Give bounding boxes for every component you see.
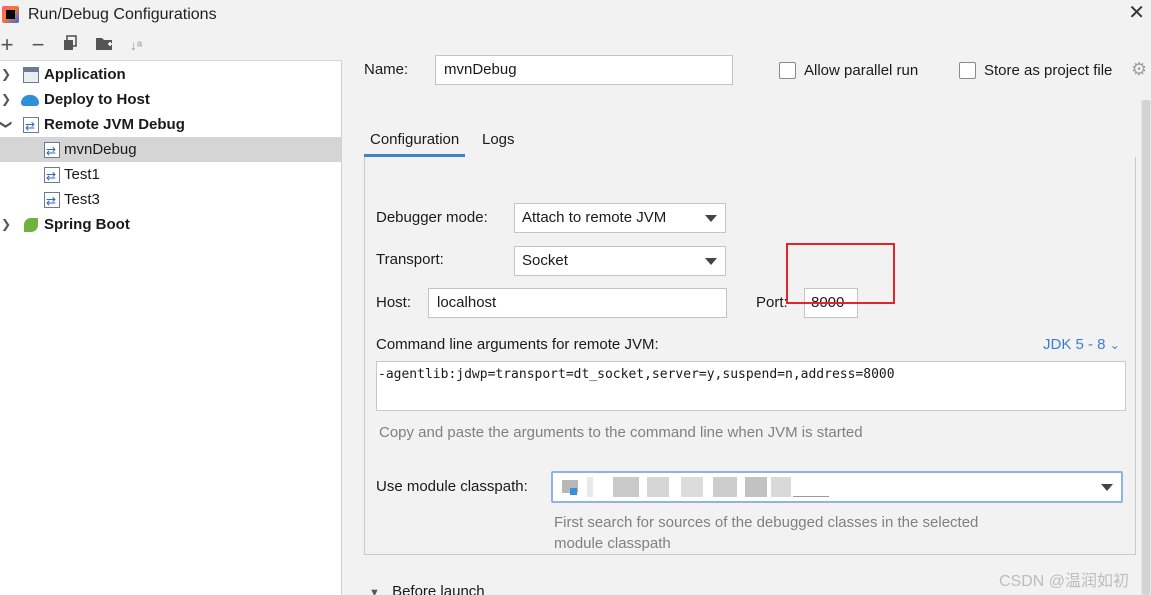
spring-boot-icon — [24, 218, 38, 232]
configuration-panel: Debugger mode: Attach to remote JVM Tran… — [364, 157, 1136, 555]
store-project-file-label: Store as project file — [984, 62, 1113, 79]
debugger-mode-value: Attach to remote JVM — [522, 209, 667, 226]
highlight-box — [786, 243, 895, 304]
title-bar: Run/Debug Configurations ✕ — [0, 0, 1151, 30]
remove-icon[interactable]: − — [28, 34, 48, 56]
host-input[interactable]: localhost — [428, 288, 727, 318]
port-label: Port: — [756, 294, 788, 311]
remote-debug-icon — [44, 164, 60, 189]
host-label: Host: — [376, 294, 412, 311]
transport-value: Socket — [522, 252, 568, 269]
add-icon[interactable]: + — [0, 34, 17, 56]
configuration-tree: ❯ Application ❯ Deploy to Host ❯ Remote … — [0, 62, 341, 237]
tree-item-mvndebug[interactable]: mvnDebug — [0, 137, 341, 164]
redacted-text — [793, 496, 829, 497]
chevron-down-icon: ⌄ — [1109, 338, 1120, 352]
transport-label: Transport: — [376, 251, 444, 268]
tree-item-label: Remote JVM Debug — [44, 116, 185, 133]
tree-item-remote-jvm-debug[interactable]: ❯ Remote JVM Debug — [0, 112, 341, 139]
copy-icon[interactable] — [60, 35, 80, 55]
redacted-text — [713, 477, 737, 497]
tree-item-label: mvnDebug — [64, 141, 137, 158]
remote-debug-icon — [23, 114, 39, 139]
new-folder-icon[interactable] — [94, 35, 114, 55]
store-project-file-checkbox[interactable] — [959, 62, 976, 79]
tree-item-label: Test1 — [64, 166, 100, 183]
module-classpath-label: Use module classpath: — [376, 478, 528, 495]
tree-item-spring-boot[interactable]: ❯ Spring Boot — [0, 212, 341, 237]
tree-item-label: Application — [44, 66, 126, 83]
chevron-down-icon — [705, 258, 717, 265]
remote-debug-icon — [44, 189, 60, 214]
chevron-right-icon[interactable]: ❯ — [1, 87, 11, 112]
remote-debug-icon — [44, 139, 60, 164]
classpath-hint-line2: module classpath — [554, 535, 671, 552]
tree-item-test3[interactable]: Test3 — [0, 187, 341, 214]
module-classpath-select[interactable] — [551, 471, 1123, 503]
watermark: CSDN @温润如初 — [999, 573, 1130, 590]
tree-item-label: Spring Boot — [44, 216, 130, 233]
name-input[interactable]: mvnDebug — [435, 55, 733, 85]
close-icon[interactable]: ✕ — [1128, 3, 1145, 23]
chevron-down-icon: ▼ — [369, 587, 380, 595]
name-label: Name: — [364, 61, 409, 78]
redacted-text — [613, 477, 639, 497]
tree-item-application[interactable]: ❯ Application — [0, 62, 341, 87]
command-line-label: Command line arguments for remote JVM: — [376, 336, 659, 353]
redacted-text — [681, 477, 703, 497]
classpath-hint-line1: First search for sources of the debugged… — [554, 514, 979, 531]
tree-item-deploy-to-host[interactable]: ❯ Deploy to Host — [0, 87, 341, 112]
transport-select[interactable]: Socket — [514, 246, 726, 276]
redacted-text — [647, 477, 669, 497]
configurations-sidebar: + − ↓ᵃ ❯ Application ❯ Deploy to Host ❯ … — [0, 30, 342, 595]
tree-item-label: Deploy to Host — [44, 91, 150, 108]
jdk-version-link[interactable]: JDK 5 - 8 ⌄ — [1043, 336, 1120, 353]
redacted-text — [771, 477, 791, 497]
scrollbar-thumb[interactable] — [1142, 100, 1150, 595]
debugger-mode-label: Debugger mode: — [376, 209, 488, 226]
chevron-right-icon[interactable]: ❯ — [1, 212, 11, 237]
jdk-version-label: JDK 5 - 8 — [1043, 336, 1106, 353]
cloud-icon — [21, 95, 39, 106]
module-folder-icon — [562, 480, 578, 495]
before-launch-section[interactable]: ▼ Before launch — [369, 583, 485, 595]
window-title: Run/Debug Configurations — [28, 6, 217, 23]
sort-icon[interactable]: ↓ᵃ — [126, 35, 146, 55]
redacted-text — [587, 477, 593, 497]
tree-item-test1[interactable]: Test1 — [0, 162, 341, 189]
sidebar-toolbar: + − ↓ᵃ — [0, 30, 342, 61]
before-launch-label: Before launch — [392, 583, 485, 595]
tab-configuration[interactable]: Configuration — [364, 127, 466, 157]
application-icon — [23, 67, 39, 83]
allow-parallel-checkbox[interactable] — [779, 62, 796, 79]
chevron-down-icon — [705, 215, 717, 222]
configuration-editor: Name: mvnDebug Allow parallel run Store … — [343, 30, 1151, 595]
tree-item-label: Test3 — [64, 191, 100, 208]
chevron-down-icon[interactable]: ❯ — [0, 120, 19, 130]
chevron-down-icon — [1101, 484, 1113, 491]
tab-logs[interactable]: Logs — [482, 127, 515, 157]
command-line-args-field[interactable]: -agentlib:jdwp=transport=dt_socket,serve… — [376, 361, 1126, 411]
redacted-text — [745, 477, 767, 497]
gear-icon[interactable]: ⚙ — [1131, 59, 1147, 80]
chevron-right-icon[interactable]: ❯ — [1, 62, 11, 87]
debugger-mode-select[interactable]: Attach to remote JVM — [514, 203, 726, 233]
allow-parallel-label: Allow parallel run — [804, 62, 919, 79]
intellij-logo-icon — [2, 6, 19, 23]
command-line-hint: Copy and paste the arguments to the comm… — [379, 424, 863, 441]
